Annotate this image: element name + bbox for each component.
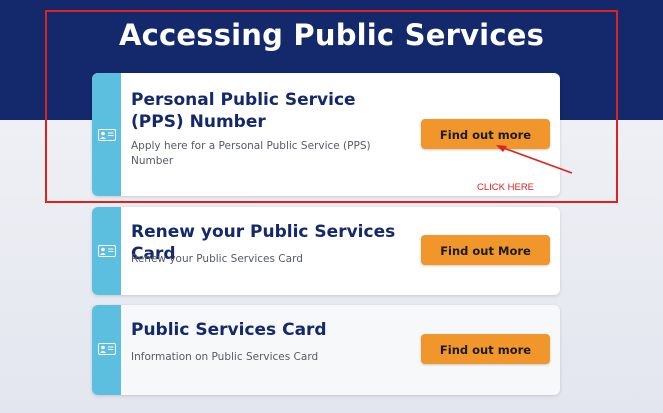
find-out-more-button[interactable]: Find out More: [421, 235, 550, 265]
card-title: Public Services Card: [131, 320, 327, 340]
click-here-label: CLICK HERE: [477, 182, 535, 193]
find-out-more-button[interactable]: Find out more: [421, 334, 550, 364]
service-card-renew: Renew your Public Services Card Renew yo…: [92, 207, 560, 295]
card-description: Renew your Public Services Card: [131, 253, 303, 265]
card-stripe: [92, 305, 121, 395]
id-card-icon: [98, 343, 116, 355]
card-description: Information on Public Services Card: [131, 351, 319, 363]
id-card-icon: [98, 245, 116, 257]
arrow-icon: [496, 145, 573, 174]
card-stripe: [92, 207, 121, 295]
service-card-psc: Public Services Card Information on Publ…: [92, 305, 560, 395]
